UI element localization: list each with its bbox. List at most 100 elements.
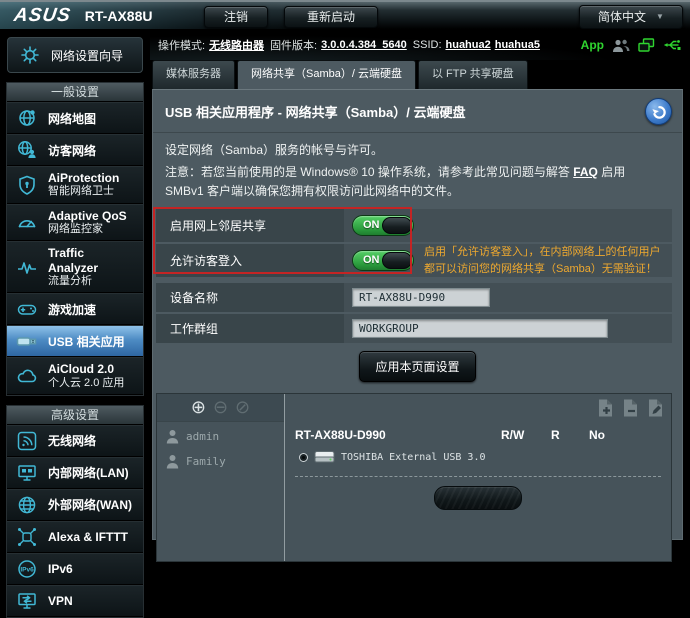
firmware-label: 固件版本: (270, 37, 317, 53)
sidebar-item-sublabel: 智能网络卫士 (48, 185, 119, 198)
share-device-name: RT-AX88U-D990 (295, 428, 386, 442)
device-name-input[interactable] (352, 288, 490, 307)
sidebar-item-setup-wizard[interactable]: 网络设置向导 (7, 37, 143, 73)
guest-login-warning: 启用「允许访客登入」，在内部网络上的任何用户都可以访问您的网络共享（Samba）… (424, 244, 664, 277)
wake-on-lan-icon[interactable] (638, 38, 655, 53)
toggle-knob (382, 217, 412, 234)
firmware-value-link[interactable]: 3.0.0.4.384_5640 (321, 39, 407, 51)
sidebar-item-label: VPN (48, 594, 73, 608)
tab-media-server[interactable]: 媒体服务器 (152, 60, 235, 89)
column-header-r: R (551, 428, 560, 442)
lan-icon (14, 462, 40, 484)
sidebar-item-usb-application[interactable]: USB 相关应用 (7, 325, 143, 357)
clients-icon[interactable] (612, 38, 630, 53)
content-panel: USB 相关应用程序 - 网络共享（Samba）/ 云端硬盘 设定网络（Samb… (152, 89, 683, 540)
setting-label: 工作群组 (156, 314, 344, 343)
setup-wizard-icon (17, 44, 43, 66)
sidebar-item-label: 网络地图 (48, 110, 96, 127)
back-button[interactable] (645, 98, 672, 125)
sidebar-item-label: AiCloud 2.0 (48, 362, 124, 376)
toggle-state-label: ON (363, 254, 380, 266)
top-banner: ASUS RT-AX88U 注销 重新启动 简体中文 ▼ (0, 0, 690, 30)
asus-logo: ASUS (12, 5, 72, 27)
faq-link[interactable]: FAQ (573, 165, 598, 179)
setting-label: 启用网上邻居共享 (156, 209, 344, 242)
speedometer-icon (14, 211, 40, 233)
apply-button[interactable]: 应用本页面设置 (359, 351, 475, 382)
divider (295, 476, 661, 477)
ssid-label: SSID: (413, 39, 442, 51)
sidebar-item-ipv6[interactable]: IPv6 IPv6 (7, 553, 143, 585)
user-name: admin (186, 430, 219, 443)
sidebar-item-label: 无线网络 (48, 432, 96, 449)
edit-user-icon[interactable]: ⊘ (235, 399, 250, 417)
wan-icon (14, 494, 40, 516)
sidebar-item-label: Alexa & IFTTT (48, 530, 128, 544)
save-permission-button[interactable] (434, 486, 522, 510)
usb-status-icon[interactable] (663, 38, 682, 52)
sidebar-item-sublabel: 流量分析 (48, 275, 136, 288)
sidebar-item-vpn[interactable]: VPN (7, 585, 143, 617)
traffic-analyzer-icon (14, 256, 40, 278)
disk-icon (314, 450, 335, 464)
sidebar-section-general: 一般设置 网络地图 访客网络 (6, 82, 144, 396)
tab-ftp-share[interactable]: 以 FTP 共享硬盘 (418, 60, 528, 89)
sidebar-item-wan[interactable]: 外部网络(WAN) (7, 489, 143, 521)
user-icon (166, 429, 179, 444)
sidebar-item-lan[interactable]: 内部网络(LAN) (7, 457, 143, 489)
user-icon (166, 454, 179, 469)
workgroup-input[interactable] (352, 319, 608, 338)
user-list-item-family[interactable]: Family (157, 450, 284, 472)
sidebar-item-guest-network[interactable]: 访客网络 (7, 134, 143, 166)
add-folder-icon[interactable] (596, 398, 615, 418)
app-link[interactable]: App (581, 38, 604, 52)
sidebar-item-aiprotection[interactable]: AiProtection 智能网络卫士 (7, 166, 143, 204)
sidebar-item-label: 网络设置向导 (51, 47, 123, 64)
sidebar-item-alexa-ifttt[interactable]: Alexa & IFTTT (7, 521, 143, 553)
logout-button[interactable]: 注销 (204, 6, 268, 28)
permissions-header: RT-AX88U-D990 R/W R No (293, 428, 663, 444)
sidebar-item-game-boost[interactable]: 游戏加速 (7, 293, 143, 325)
page-description: 设定网络（Samba）服务的帐号与许可。 (153, 133, 682, 158)
sidebar-item-label: 外部网络(WAN) (48, 496, 132, 513)
remove-folder-icon[interactable] (621, 398, 640, 418)
add-user-icon[interactable]: ⊕ (191, 399, 206, 417)
setting-row-neighborhood-share: 启用网上邻居共享 ON (156, 209, 672, 242)
wireless-icon (14, 430, 40, 452)
mode-value-link[interactable]: 无线路由器 (209, 37, 264, 53)
alexa-ifttt-icon (14, 526, 40, 548)
sidebar-item-aicloud[interactable]: AiCloud 2.0 个人云 2.0 应用 (7, 357, 143, 395)
user-list-item-admin[interactable]: admin (157, 425, 284, 447)
sidebar-item-wireless[interactable]: 无线网络 (7, 425, 143, 457)
guest-login-toggle[interactable]: ON (352, 250, 414, 271)
ssid-link-1[interactable]: huahua2 (446, 39, 491, 51)
neighborhood-share-toggle[interactable]: ON (352, 215, 414, 236)
page-title: USB 相关应用程序 - 网络共享（Samba）/ 云端硬盘 (165, 102, 465, 121)
note-prefix: 注意：若您当前使用的是 Windows® 10 操作系统，请参考此常见问题与解答 (165, 165, 573, 179)
setting-row-workgroup: 工作群组 (156, 314, 672, 343)
remove-user-icon[interactable]: ⊖ (213, 399, 228, 417)
guest-network-icon (14, 139, 40, 161)
language-selector[interactable]: 简体中文 ▼ (579, 5, 683, 29)
sidebar-item-adaptive-qos[interactable]: Adaptive QoS 网络监控家 (7, 204, 143, 242)
sidebar-item-network-map[interactable]: 网络地图 (7, 102, 143, 134)
reboot-button[interactable]: 重新启动 (284, 6, 378, 28)
section-header: 一般设置 (7, 83, 143, 102)
toggle-state-label: ON (363, 219, 380, 231)
user-toolbar: ⊕ ⊖ ⊘ (157, 394, 284, 422)
sidebar-section-advanced: 高级设置 无线网络 内部网络(LAN) (6, 405, 144, 618)
sidebar-item-label: USB 相关应用 (48, 333, 125, 350)
ipv6-icon: IPv6 (14, 558, 40, 580)
sidebar-item-label: IPv6 (48, 562, 73, 576)
ssid-link-2[interactable]: huahua5 (495, 39, 540, 51)
sidebar-item-label: Traffic Analyzer (48, 246, 136, 275)
network-map-icon (14, 107, 40, 129)
tab-samba-share[interactable]: 网络共享（Samba）/ 云端硬盘 (237, 60, 416, 89)
drive-radio-button[interactable] (299, 453, 308, 462)
sidebar-item-traffic-analyzer[interactable]: Traffic Analyzer 流量分析 (7, 241, 143, 293)
sidebar-item-label: 内部网络(LAN) (48, 464, 129, 481)
rename-folder-icon[interactable] (646, 398, 665, 418)
sidebar-item-sublabel: 网络监控家 (48, 223, 127, 236)
usb-drive-icon (14, 330, 40, 352)
main-content: 媒体服务器 网络共享（Samba）/ 云端硬盘 以 FTP 共享硬盘 USB 相… (150, 60, 690, 605)
